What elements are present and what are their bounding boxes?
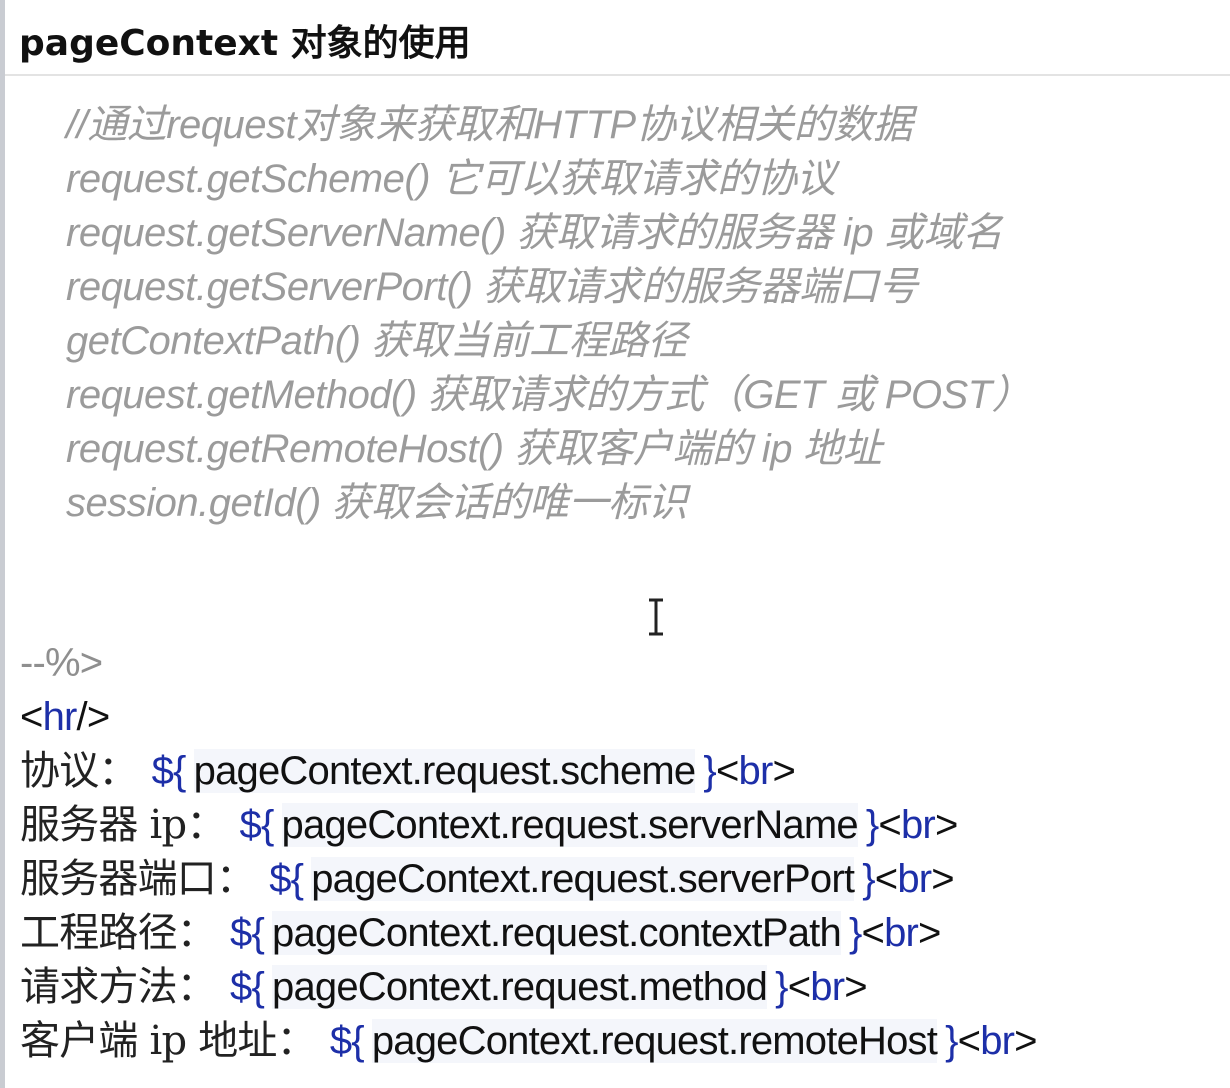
br-close: > [934,803,958,847]
br-name: br [884,911,919,955]
el-close: } [862,857,875,901]
comment-line: //通过request对象来获取和HTTP协议相关的数据 [66,103,913,147]
el-expression: pageContext.request.method [272,965,768,1009]
el-close: } [703,749,716,793]
hr-tag-line: <hr/> [20,690,1037,744]
el-row-method: 请求方法： ${pageContext.request.method}<br> [20,960,1037,1014]
br-close: > [931,857,954,901]
text-cursor-icon [649,598,663,636]
el-expression: pageContext.request.scheme [193,749,696,793]
comment-line: request.getServerName() 获取请求的服务器 ip 或域名 [66,211,1003,255]
el-row-remote-host: 客户端 ip 地址： ${pageContext.request.remoteHo… [20,1014,1038,1068]
br-close: > [844,965,867,1009]
el-open: ${ [239,803,275,847]
row-label: 服务器端口： [20,856,256,902]
el-open: ${ [329,1019,365,1063]
el-close: } [945,1019,958,1063]
br-open: < [715,749,739,793]
row-label: 请求方法： [20,964,217,1010]
br-close: > [772,749,796,793]
el-open: ${ [269,857,304,901]
el-open: ${ [230,965,265,1009]
tag-name: hr [42,695,78,739]
el-expression: pageContext.request.serverPort [311,857,855,901]
el-row-server-name: 服务器 ip： ${pageContext.request.serverName}… [20,798,1037,852]
el-expression: pageContext.request.serverName [281,803,859,847]
br-open: < [874,857,898,901]
el-expression: pageContext.request.contextPath [272,911,842,955]
jsp-comment-block[interactable]: //通过request对象来获取和HTTP协议相关的数据 request.get… [66,98,1032,530]
br-close: > [918,911,941,955]
comment-line: request.getRemoteHost() 获取客户端的 ip 地址 [66,427,882,471]
br-name: br [900,803,936,847]
row-label: 工程路径： [20,910,217,956]
el-open: ${ [151,749,187,793]
slide-header: pageContext 对象的使用 [5,0,1230,76]
comment-line: getContextPath() 获取当前工程路径 [66,319,688,363]
comment-line: request.getServerPort() 获取请求的服务器端口号 [66,265,918,309]
el-row-server-port: 服务器端口： ${pageContext.request.serverPort}<… [20,852,1037,906]
row-label: 协议： [20,748,138,794]
comment-line: session.getId() 获取会话的唯一标识 [66,481,687,525]
br-open: < [861,911,885,955]
br-name: br [738,749,774,793]
el-row-scheme: 协议： ${pageContext.request.scheme}<br> [20,744,1037,798]
br-open: < [957,1019,981,1063]
editor-left-border [0,0,5,1088]
el-open: ${ [230,911,265,955]
tag-close: /> [76,695,111,739]
comment-line: request.getMethod() 获取请求的方式（GET 或 POST） [66,373,1032,417]
comment-line: request.getScheme() 它可以获取请求的协议 [66,157,836,201]
el-expression: pageContext.request.remoteHost [371,1019,938,1063]
br-close: > [1014,1019,1037,1063]
el-row-context-path: 工程路径： ${pageContext.request.contextPath}<… [20,906,1037,960]
br-open: < [878,803,901,847]
br-open: < [787,965,811,1009]
row-label: 服务器 ip： [20,802,226,848]
tag-open: < [20,695,43,739]
br-name: br [810,965,845,1009]
el-close: } [848,911,862,955]
page-title: pageContext 对象的使用 [19,23,471,64]
el-close: } [865,803,879,847]
row-label: 客户端 ip 地址： [20,1018,317,1064]
br-name: br [980,1019,1015,1063]
jsp-code-block[interactable]: --%> <hr/> 协议： ${pageContext.request.sche… [20,636,1038,1068]
br-name: br [897,857,932,901]
comment-close-tag: --%> [20,641,103,685]
el-close: } [775,965,788,1009]
